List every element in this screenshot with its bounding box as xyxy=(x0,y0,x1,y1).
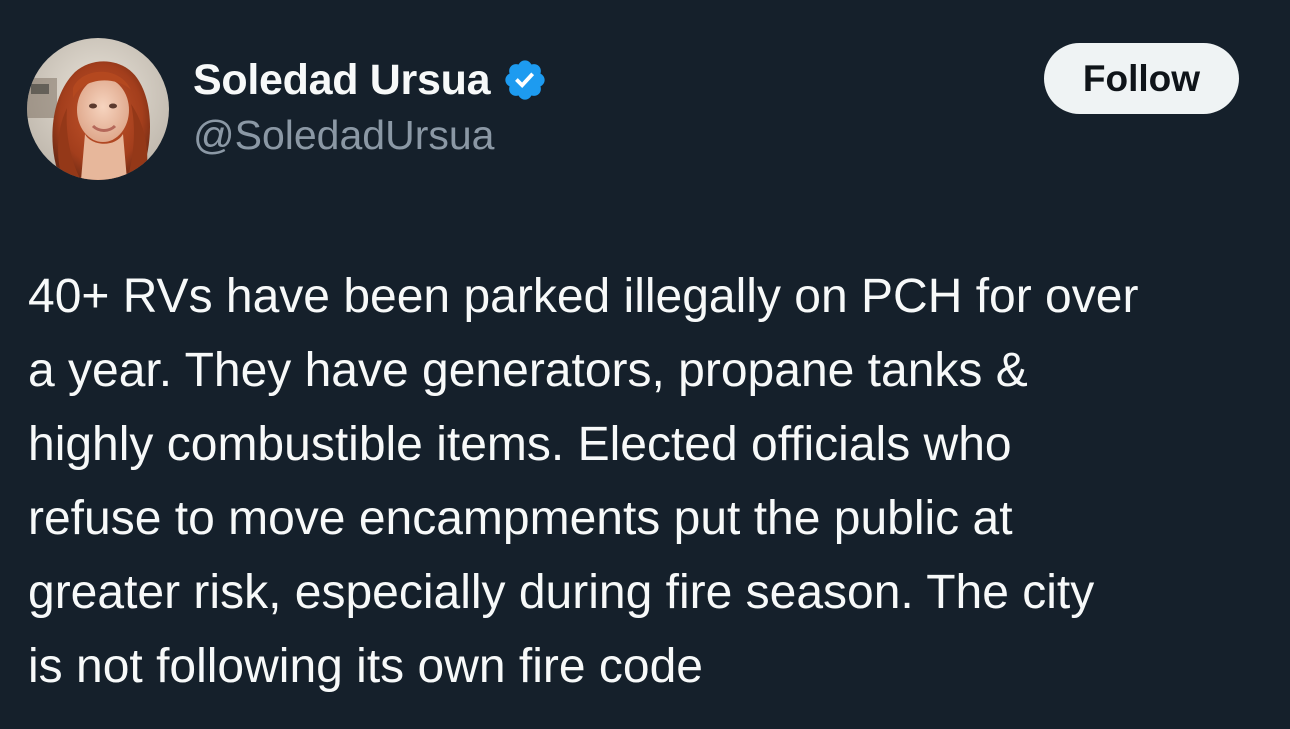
follow-button[interactable]: Follow xyxy=(1044,43,1239,114)
verified-badge-icon[interactable] xyxy=(502,57,548,103)
avatar-photo xyxy=(27,38,169,180)
tweet-text-line: greater risk, especially during fire sea… xyxy=(28,566,1095,619)
tweet-text-line: refuse to move encampments put the publi… xyxy=(28,492,1013,545)
author-handle[interactable]: @SoledadUrsua xyxy=(193,112,494,159)
tweet-text: 40+ RVs have been parked illegally on PC… xyxy=(28,260,1278,704)
tweet-text-line: a year. They have generators, propane ta… xyxy=(28,344,1028,397)
author-name-row: Soledad Ursua xyxy=(193,52,548,108)
tweet-text-line: is not following its own fire code xyxy=(28,640,703,693)
author-display-name[interactable]: Soledad Ursua xyxy=(193,56,490,105)
tweet-card: Soledad Ursua @SoledadUrsua Follow 40+ R… xyxy=(0,0,1290,729)
tweet-text-line: 40+ RVs have been parked illegally on PC… xyxy=(28,270,1139,323)
tweet-text-line: highly combustible items. Elected offici… xyxy=(28,418,1012,471)
avatar[interactable] xyxy=(27,38,169,180)
